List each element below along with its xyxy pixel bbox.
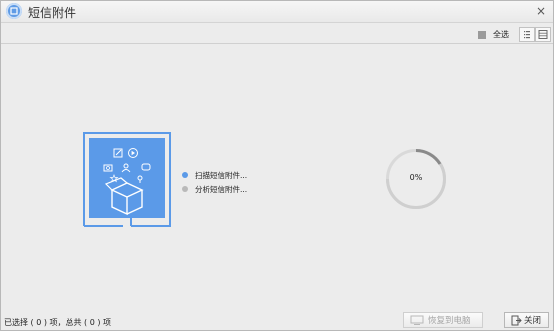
toolbar: 全选 (1, 23, 553, 44)
list-view-icon (524, 31, 530, 39)
restore-to-pc-label: 恢复到电脑 (428, 316, 471, 326)
restore-to-pc-button[interactable]: 恢复到电脑 (403, 312, 483, 328)
select-all-checkbox[interactable] (478, 31, 486, 39)
grid-view-icon (538, 30, 548, 39)
sms-attachment-app-icon (6, 3, 22, 19)
step-label: 分析短信附件... (195, 185, 248, 194)
window-title: 短信附件 (28, 6, 77, 20)
close-button-label: 关闭 (524, 316, 542, 326)
progress-ring: 0% (384, 147, 448, 211)
title-bar: 短信附件 × (1, 1, 553, 23)
grid-view-button[interactable] (535, 27, 551, 42)
app-window: 短信附件 × 全选 扫描短信附件... 分析短信附件... 0% 已选择 (0… (0, 0, 554, 331)
close-icon[interactable]: × (536, 4, 546, 18)
scanning-illustration (83, 132, 171, 227)
selection-summary: 已选择 ( 0 ) 项，总共 ( 0 ) 项 (4, 318, 112, 327)
step-status-dot (182, 186, 188, 192)
footer-bar: 已选择 ( 0 ) 项，总共 ( 0 ) 项 恢复到电脑 关闭 (1, 305, 553, 330)
list-view-button[interactable] (519, 27, 535, 42)
exit-icon (511, 315, 522, 326)
step-status-dot (182, 172, 188, 178)
step-label: 扫描短信附件... (195, 171, 248, 180)
select-all-label[interactable]: 全选 (493, 29, 509, 40)
close-button[interactable]: 关闭 (504, 312, 549, 328)
restore-to-pc-icon (410, 315, 424, 325)
progress-percent: 0% (409, 173, 423, 182)
